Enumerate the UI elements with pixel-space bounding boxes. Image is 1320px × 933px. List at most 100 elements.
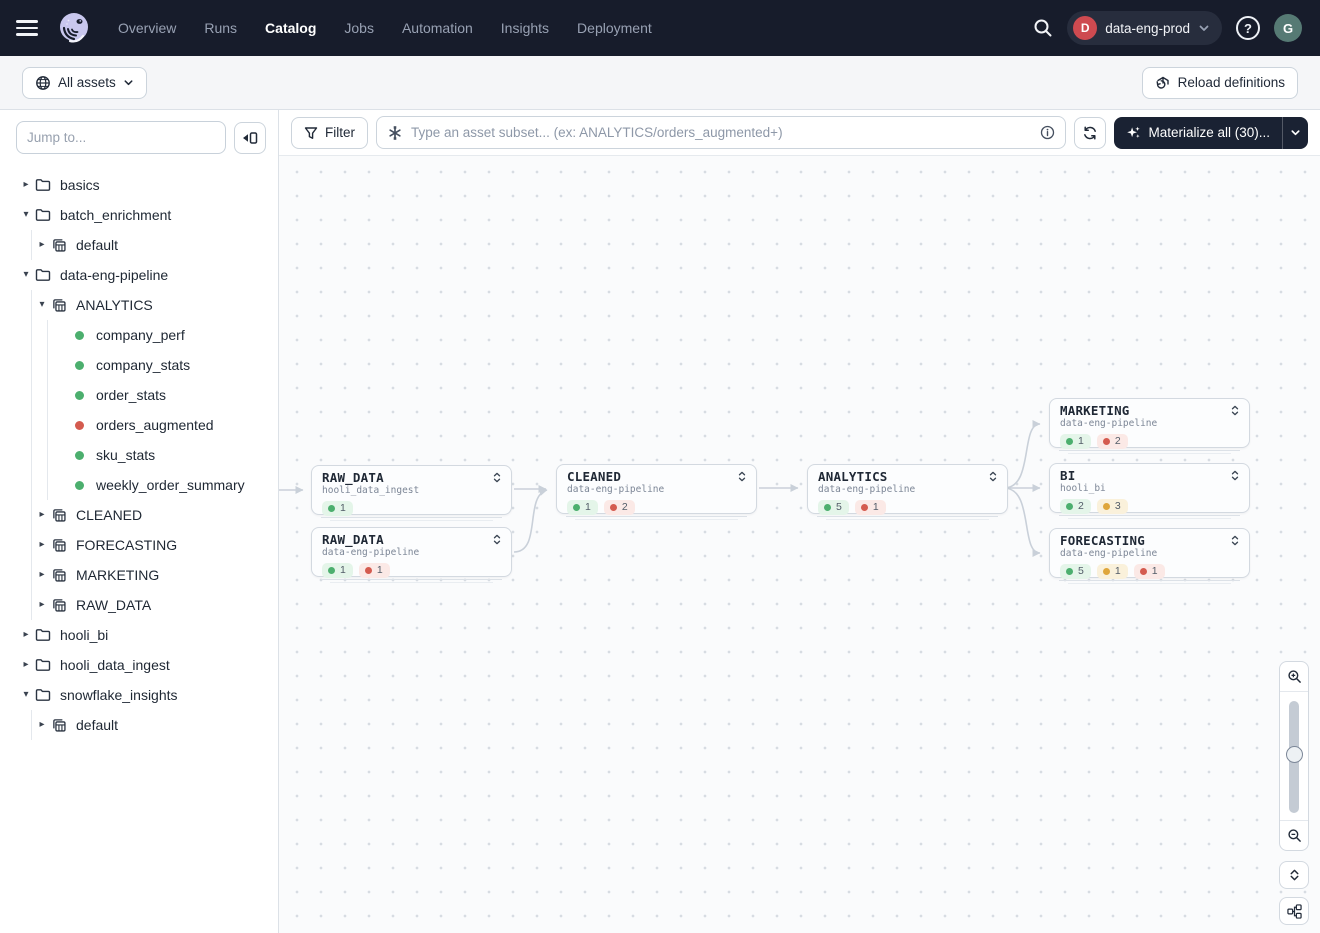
indent-guide bbox=[31, 290, 32, 320]
info-icon[interactable] bbox=[1040, 125, 1055, 140]
nav-item-jobs[interactable]: Jobs bbox=[344, 20, 374, 36]
unfold-icon[interactable] bbox=[1230, 405, 1240, 416]
folder-icon bbox=[34, 628, 52, 642]
user-avatar[interactable]: G bbox=[1274, 14, 1302, 42]
tree-item-orders_augmented[interactable]: orders_augmented bbox=[0, 410, 278, 440]
tree-item-RAW_DATA[interactable]: ▸RAW_DATA bbox=[0, 590, 278, 620]
tree-item-snowflake_insights[interactable]: ▾snowflake_insights bbox=[0, 680, 278, 710]
reload-definitions-button[interactable]: Reload definitions bbox=[1142, 67, 1298, 99]
zoom-in-icon[interactable] bbox=[1280, 662, 1308, 691]
search-icon[interactable] bbox=[1033, 18, 1053, 38]
indent-guide bbox=[31, 230, 32, 260]
jump-to-input[interactable] bbox=[16, 121, 226, 154]
sidebar-top bbox=[0, 110, 278, 164]
tree-item-sku_stats[interactable]: sku_stats bbox=[0, 440, 278, 470]
tree-item-order_stats[interactable]: order_stats bbox=[0, 380, 278, 410]
materialize-options-button[interactable] bbox=[1282, 117, 1308, 149]
nav-item-runs[interactable]: Runs bbox=[204, 20, 237, 36]
node-title: BI bbox=[1060, 469, 1075, 483]
unfold-icon[interactable] bbox=[1230, 535, 1240, 546]
refresh-icon[interactable] bbox=[1074, 117, 1106, 149]
zoom-slider-thumb[interactable] bbox=[1286, 746, 1303, 763]
caret-right-icon[interactable]: ▸ bbox=[34, 240, 50, 250]
node-title: MARKETING bbox=[1060, 404, 1130, 418]
folder-icon bbox=[34, 658, 52, 672]
asset-group-node-marketing[interactable]: MARKETINGdata-eng-pipeline12 bbox=[1049, 398, 1250, 448]
tree-item-MARKETING[interactable]: ▸MARKETING bbox=[0, 560, 278, 590]
indent-guide bbox=[31, 320, 32, 350]
caret-right-icon[interactable]: ▸ bbox=[18, 180, 34, 190]
caret-right-icon[interactable]: ▸ bbox=[34, 570, 50, 580]
tree-item-weekly_order_summary[interactable]: weekly_order_summary bbox=[0, 470, 278, 500]
tree-item-hooli_bi[interactable]: ▸ hooli_bi bbox=[0, 620, 278, 650]
node-subtitle: data-eng-pipeline bbox=[322, 547, 502, 558]
collapse-sidebar-icon[interactable] bbox=[234, 122, 266, 154]
asset-subset-input[interactable] bbox=[411, 125, 1032, 140]
tree-item-default[interactable]: ▸default bbox=[0, 710, 278, 740]
asset-group-node-raw_data_pipeline[interactable]: RAW_DATAdata-eng-pipeline11 bbox=[311, 527, 512, 577]
unfold-icon[interactable] bbox=[737, 471, 747, 482]
edge-analytics-to-forecasting bbox=[1004, 488, 1040, 553]
nav-items: Overview Runs Catalog Jobs Automation Insight… bbox=[118, 20, 652, 36]
asset-group-node-forecasting[interactable]: FORECASTINGdata-eng-pipeline511 bbox=[1049, 528, 1250, 578]
asset-group-node-bi[interactable]: BIhooli_bi23 bbox=[1049, 463, 1250, 513]
tree-item-label: hooli_bi bbox=[60, 627, 108, 643]
tree-item-FORECASTING[interactable]: ▸FORECASTING bbox=[0, 530, 278, 560]
zoom-slider[interactable] bbox=[1280, 691, 1308, 821]
nav-item-automation[interactable]: Automation bbox=[402, 20, 473, 36]
tree-item-default[interactable]: ▸default bbox=[0, 230, 278, 260]
unfold-icon[interactable] bbox=[988, 471, 998, 482]
lineage-canvas[interactable]: RAW_DATAhooli_data_ingest1 RAW_DATAdata-e… bbox=[279, 156, 1320, 933]
tree-item-label: weekly_order_summary bbox=[96, 477, 245, 493]
caret-down-icon[interactable]: ▾ bbox=[18, 270, 34, 280]
node-subtitle: data-eng-pipeline bbox=[818, 484, 998, 495]
materialize-all-button[interactable]: Materialize all (30)... bbox=[1114, 117, 1282, 149]
tree-item-basics[interactable]: ▸ basics bbox=[0, 170, 278, 200]
asset-selection-icon bbox=[387, 125, 403, 141]
unfold-icon[interactable] bbox=[1230, 470, 1240, 481]
dagster-logo-icon[interactable] bbox=[56, 10, 92, 46]
expand-all-groups-icon[interactable] bbox=[1279, 861, 1309, 889]
asset-group-node-raw_data_ingest[interactable]: RAW_DATAhooli_data_ingest1 bbox=[311, 465, 512, 515]
caret-right-icon[interactable]: ▸ bbox=[34, 600, 50, 610]
asset-group-node-cleaned[interactable]: CLEANEDdata-eng-pipeline12 bbox=[556, 464, 757, 514]
tree-item-ANALYTICS[interactable]: ▾ANALYTICS bbox=[0, 290, 278, 320]
caret-down-icon[interactable]: ▾ bbox=[18, 690, 34, 700]
tree-item-CLEANED[interactable]: ▸CLEANED bbox=[0, 500, 278, 530]
unfold-icon[interactable] bbox=[492, 534, 502, 545]
tree-item-company_stats[interactable]: company_stats bbox=[0, 350, 278, 380]
node-badges: 51 bbox=[818, 500, 998, 515]
filter-button[interactable]: Filter bbox=[291, 117, 368, 149]
status-badge-success: 2 bbox=[1060, 499, 1091, 514]
unfold-icon[interactable] bbox=[492, 472, 502, 483]
nav-item-overview[interactable]: Overview bbox=[118, 20, 176, 36]
asset-group-icon bbox=[50, 568, 68, 583]
caret-right-icon[interactable]: ▸ bbox=[18, 660, 34, 670]
tree-item-batch_enrichment[interactable]: ▾batch_enrichment bbox=[0, 200, 278, 230]
caret-right-icon[interactable]: ▸ bbox=[18, 630, 34, 640]
deployment-switcher[interactable]: D data-eng-prod bbox=[1067, 11, 1222, 45]
caret-down-icon[interactable]: ▾ bbox=[34, 300, 50, 310]
tree-item-data-eng-pipeline[interactable]: ▾data-eng-pipeline bbox=[0, 260, 278, 290]
tree-item-label: basics bbox=[60, 177, 100, 193]
caret-right-icon[interactable]: ▸ bbox=[34, 720, 50, 730]
tree-item-label: company_stats bbox=[96, 357, 190, 373]
graph-layout-icon[interactable] bbox=[1279, 897, 1309, 925]
caret-right-icon[interactable]: ▸ bbox=[34, 540, 50, 550]
menu-icon[interactable] bbox=[16, 18, 42, 38]
help-icon[interactable]: ? bbox=[1236, 16, 1260, 40]
caret-right-icon[interactable]: ▸ bbox=[34, 510, 50, 520]
asset-group-node-analytics[interactable]: ANALYTICSdata-eng-pipeline51 bbox=[807, 464, 1008, 514]
caret-down-icon[interactable]: ▾ bbox=[18, 210, 34, 220]
node-subtitle: data-eng-pipeline bbox=[1060, 548, 1240, 559]
asset-scope-button[interactable]: All assets bbox=[22, 67, 147, 99]
nav-item-deployment[interactable]: Deployment bbox=[577, 20, 652, 36]
tree-item-company_perf[interactable]: company_perf bbox=[0, 320, 278, 350]
nav-item-insights[interactable]: Insights bbox=[501, 20, 549, 36]
zoom-out-icon[interactable] bbox=[1280, 821, 1308, 850]
indent-guide bbox=[31, 710, 32, 740]
asset-status-dot bbox=[70, 421, 88, 430]
folder-icon bbox=[34, 688, 52, 702]
tree-item-hooli_data_ingest[interactable]: ▸hooli_data_ingest bbox=[0, 650, 278, 680]
nav-item-catalog[interactable]: Catalog bbox=[265, 20, 316, 36]
